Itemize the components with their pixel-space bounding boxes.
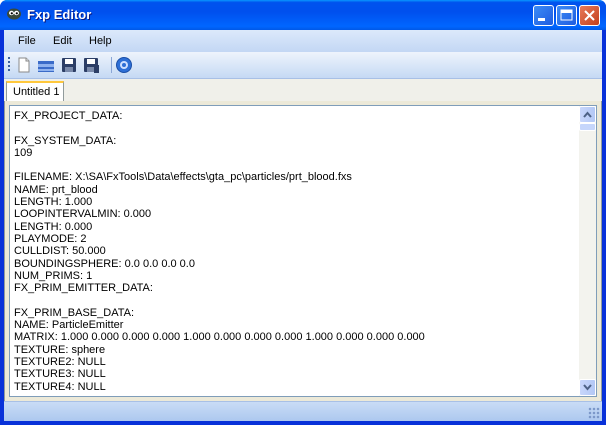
editor-lines: FX_PROJECT_DATA: FX_SYSTEM_DATA: 109 FIL… — [14, 110, 574, 393]
minimize-button[interactable] — [533, 5, 554, 26]
editor-line: NAME: ParticleEmitter — [14, 319, 124, 332]
editor-line: LOOPINTERVALMIN: 0.000 — [14, 208, 152, 221]
editor-line: BOUNDINGSPHERE: 0.0 0.0 0.0 0.0 — [14, 257, 195, 270]
editor-line: NAME: prt_blood — [14, 183, 98, 196]
menu-edit[interactable]: Edit — [53, 35, 72, 47]
editor-line: TEXTURE2: NULL — [14, 355, 106, 368]
editor-line — [14, 159, 574, 171]
vertical-scrollbar[interactable] — [579, 106, 596, 396]
window-title: Fxp Editor — [27, 7, 92, 22]
menu-bar: File Edit Help — [4, 30, 602, 52]
editor-line — [14, 294, 574, 306]
maximize-button[interactable] — [556, 5, 577, 26]
editor-line: 109 — [14, 146, 33, 159]
tab-label: Untitled 1 — [13, 86, 60, 98]
editor-line: FX_PRIM_BASE_DATA: — [14, 306, 135, 319]
toolbar-separator — [111, 57, 112, 73]
chevron-up-icon — [583, 111, 592, 118]
editor-line: FX_PROJECT_DATA: — [14, 110, 123, 122]
editor-line — [14, 122, 574, 134]
toolbar-grip[interactable] — [8, 57, 10, 73]
menu-help[interactable]: Help — [89, 35, 112, 47]
tab-strip: Untitled 1 — [4, 79, 602, 101]
scroll-down-button[interactable] — [579, 379, 596, 396]
minimize-icon — [538, 18, 545, 21]
tab-untitled-1[interactable]: Untitled 1 — [6, 81, 64, 101]
editor-textarea[interactable]: FX_PROJECT_DATA: FX_SYSTEM_DATA: 109 FIL… — [9, 105, 597, 397]
title-bar[interactable]: Fxp Editor — [0, 0, 606, 30]
client-area: File Edit Help Untitled 1 FX_PROJECT_DAT… — [4, 30, 602, 421]
tab-panel: FX_PROJECT_DATA: FX_SYSTEM_DATA: 109 FIL… — [4, 101, 602, 401]
editor-line: CULLDIST: 50.000 — [14, 245, 106, 258]
maximize-icon — [560, 9, 573, 21]
editor-line: TEXTURE3: NULL — [14, 368, 106, 381]
editor-line: TEXTURE: sphere — [14, 343, 106, 356]
editor-line: LENGTH: 0.000 — [14, 220, 93, 233]
scroll-up-button[interactable] — [579, 106, 596, 123]
editor-line: TEXTURE4: NULL — [14, 380, 106, 393]
editor-line: LENGTH: 1.000 — [14, 196, 93, 209]
menu-file[interactable]: File — [18, 35, 36, 47]
new-file-icon[interactable] — [15, 56, 33, 74]
resize-grip[interactable] — [588, 407, 600, 419]
editor-line: MATRIX: 1.000 0.000 0.000 0.000 1.000 0.… — [14, 331, 425, 344]
status-bar — [4, 401, 602, 421]
app-window: Fxp Editor File Edit Help Untitled 1 FX_… — [0, 0, 606, 425]
editor-line: FILENAME: X:\SA\FxTools\Data\effects\gta… — [14, 171, 352, 184]
open-icon[interactable] — [37, 56, 55, 74]
help-icon[interactable] — [115, 56, 133, 74]
app-icon — [7, 8, 21, 20]
close-button[interactable] — [579, 5, 600, 26]
chevron-down-icon — [583, 384, 592, 391]
editor-line: NUM_PRIMS: 1 — [14, 269, 93, 282]
editor-line: FX_SYSTEM_DATA: — [14, 134, 117, 147]
scroll-thumb[interactable] — [579, 123, 596, 131]
editor-line: PLAYMODE: 2 — [14, 232, 87, 245]
save-icon[interactable] — [60, 56, 78, 74]
toolbar — [4, 52, 602, 79]
editor-line: FX_PRIM_EMITTER_DATA: — [14, 282, 153, 295]
close-icon — [584, 10, 595, 21]
save-all-icon[interactable] — [82, 56, 100, 74]
